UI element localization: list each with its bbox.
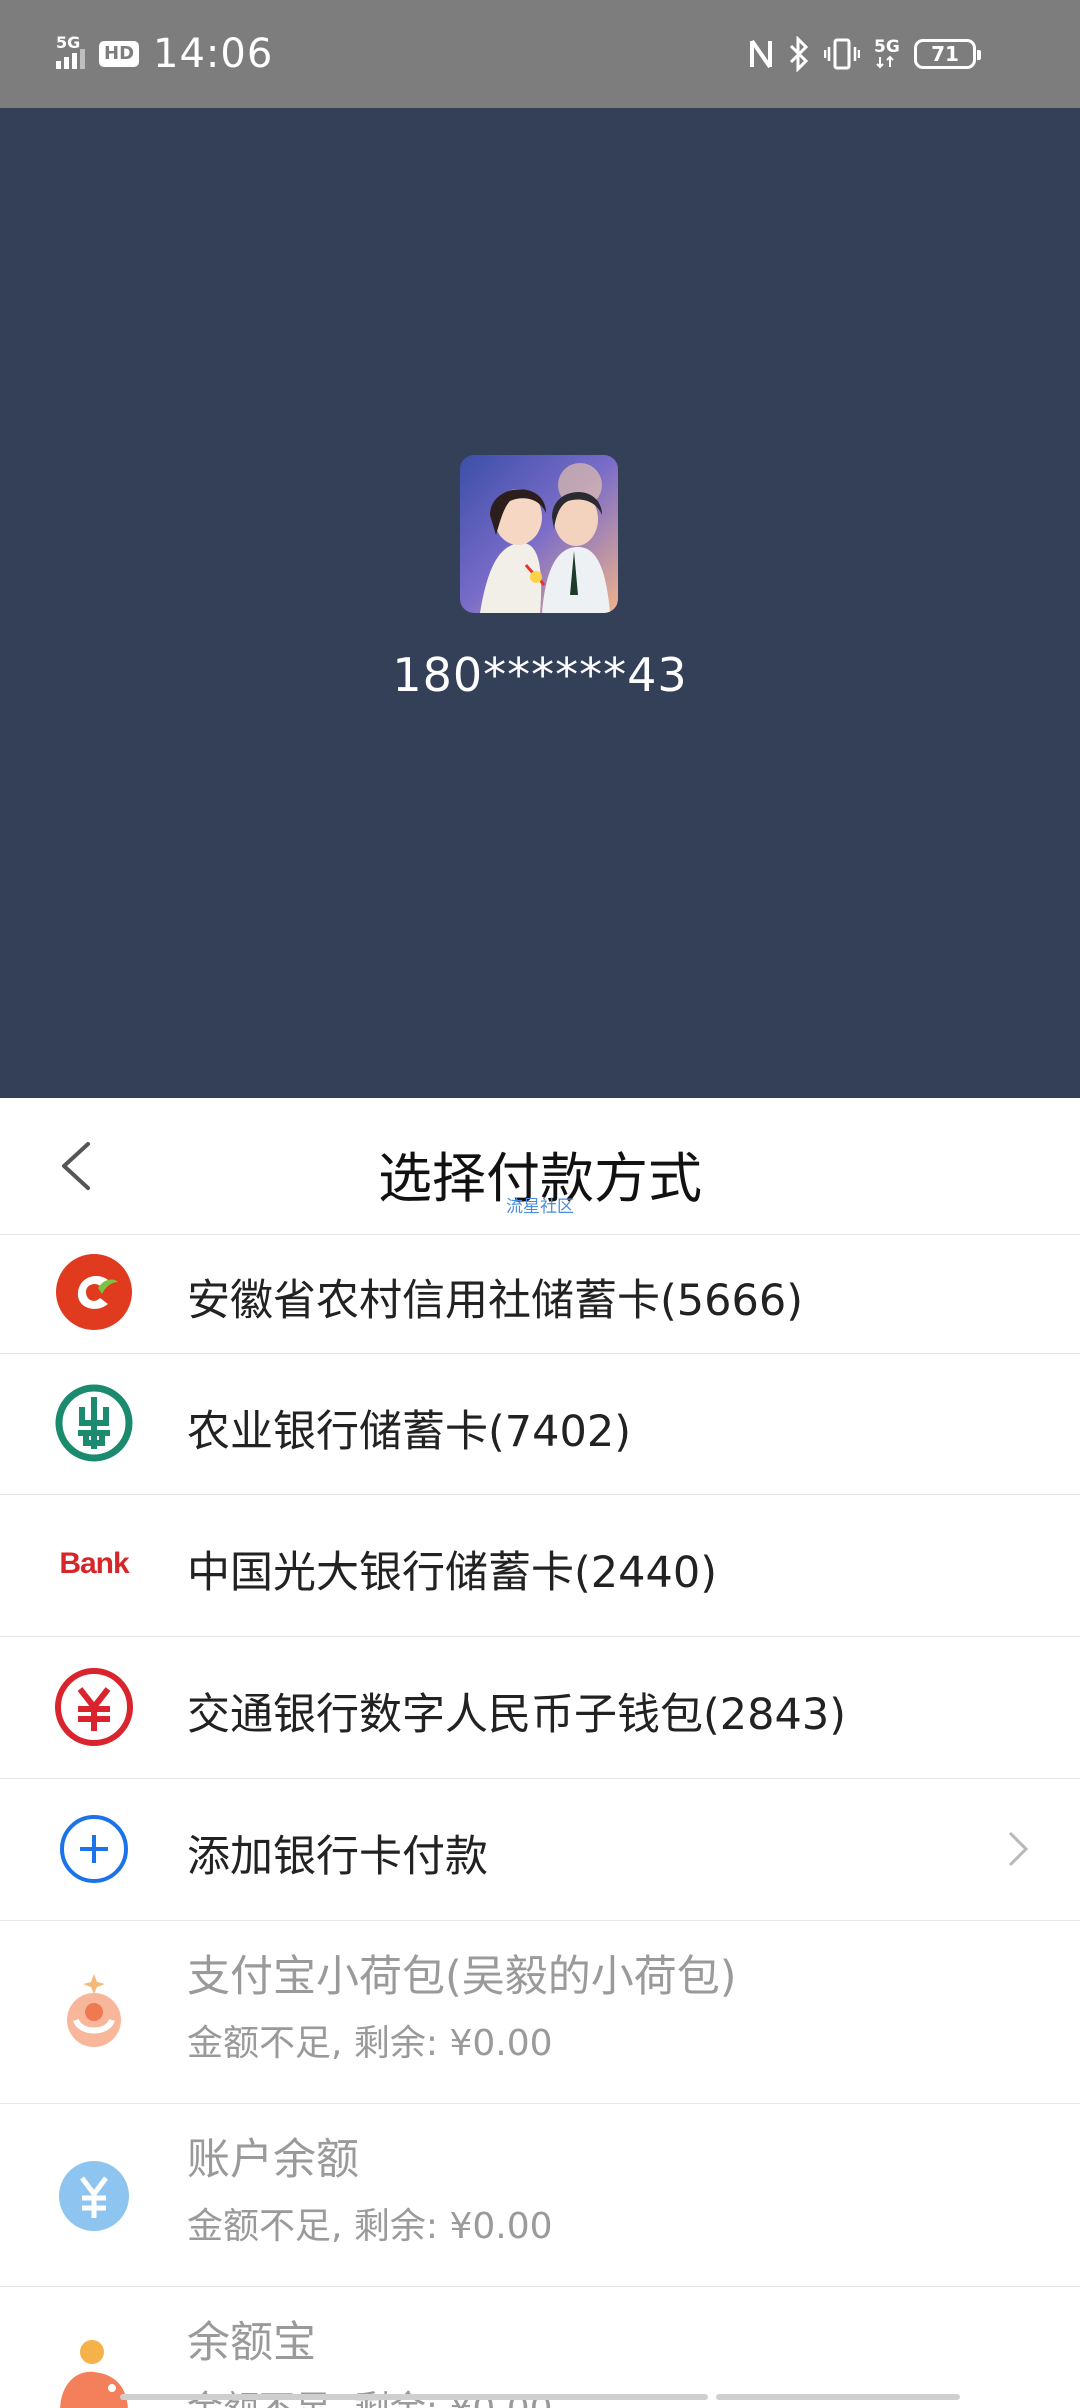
ceb-bank-icon: Bank bbox=[54, 1524, 134, 1604]
payment-option-label: 中国光大银行储蓄卡(2440) bbox=[187, 1548, 717, 1598]
account-header: 180******43 bbox=[0, 108, 1080, 1098]
network-type-2: 5G bbox=[874, 37, 900, 57]
page: 5G HD 14:06 5G 71 180******43 选择付款方式 流星社… bbox=[0, 0, 1080, 2408]
avatar bbox=[460, 455, 618, 613]
payment-option-row[interactable]: 农业银行储蓄卡(7402) bbox=[0, 1353, 1080, 1495]
watermark: 流星社区 bbox=[506, 1197, 574, 1217]
ceb-logo-text: Bank bbox=[59, 1547, 129, 1580]
status-bar: 5G HD 14:06 5G 71 bbox=[0, 0, 1080, 108]
network-type: 5G bbox=[56, 33, 81, 52]
digital-rmb-icon bbox=[55, 1668, 133, 1746]
payment-option-row[interactable]: Bank 中国光大银行储蓄卡(2440) bbox=[0, 1494, 1080, 1637]
payment-option-label: 账户余额 bbox=[187, 2135, 359, 2185]
payment-option-sublabel: 金额不足, 剩余: ¥0.00 bbox=[187, 2023, 553, 2064]
payment-option-label: 农业银行储蓄卡(7402) bbox=[187, 1407, 631, 1457]
chevron-right-icon bbox=[1008, 1831, 1029, 1867]
signal-icon: 5G bbox=[56, 33, 85, 69]
payment-option-row-disabled[interactable]: 余额宝 金额不足, 剩余: ¥0.00 bbox=[0, 2286, 1080, 2408]
payment-option-label: 安徽省农村信用社储蓄卡(5666) bbox=[187, 1276, 803, 1326]
payment-option-sublabel: 金额不足, 剩余: ¥0.00 bbox=[187, 2206, 553, 2247]
payment-option-row-disabled[interactable]: 支付宝小荷包(吴毅的小荷包) 金额不足, 剩余: ¥0.00 bbox=[0, 1920, 1080, 2104]
bluetooth-icon bbox=[789, 36, 809, 72]
payment-option-label: 余额宝 bbox=[187, 2318, 316, 2368]
clock: 14:06 bbox=[153, 31, 274, 77]
masked-phone-number: 180******43 bbox=[392, 648, 688, 702]
sheet-header: 选择付款方式 流星社区 bbox=[0, 1098, 1080, 1235]
payment-option-label: 支付宝小荷包(吴毅的小荷包) bbox=[187, 1952, 737, 2002]
payment-option-label: 交通银行数字人民币子钱包(2843) bbox=[187, 1690, 846, 1740]
payment-option-row-disabled[interactable]: 账户余额 金额不足, 剩余: ¥0.00 bbox=[0, 2103, 1080, 2287]
add-bank-card-label: 添加银行卡付款 bbox=[187, 1832, 488, 1882]
rural-credit-union-icon bbox=[56, 1254, 132, 1330]
abc-bank-icon bbox=[55, 1384, 133, 1462]
vibrate-icon bbox=[824, 38, 860, 70]
cellular-5g-icon: 5G bbox=[874, 37, 900, 71]
battery-level: 71 bbox=[931, 42, 959, 66]
balance-icon bbox=[59, 2161, 129, 2231]
nav-gesture-bar-left bbox=[120, 2394, 708, 2400]
nfc-icon bbox=[750, 39, 772, 69]
payment-method-sheet: 选择付款方式 流星社区 安徽省农村信用社储蓄卡(5666) 农业银行储蓄卡(74… bbox=[0, 1098, 1080, 2408]
nav-gesture-bar-right bbox=[716, 2394, 960, 2400]
payment-option-row[interactable]: 安徽省农村信用社储蓄卡(5666) bbox=[0, 1234, 1080, 1354]
add-bank-card-row[interactable]: 添加银行卡付款 bbox=[0, 1778, 1080, 1921]
payment-option-row[interactable]: 交通银行数字人民币子钱包(2843) bbox=[0, 1636, 1080, 1779]
battery-icon: 71 bbox=[914, 39, 981, 69]
hd-icon: HD bbox=[99, 41, 140, 67]
plus-circle-icon bbox=[60, 1815, 128, 1883]
xiaohebao-icon bbox=[67, 1974, 121, 2047]
